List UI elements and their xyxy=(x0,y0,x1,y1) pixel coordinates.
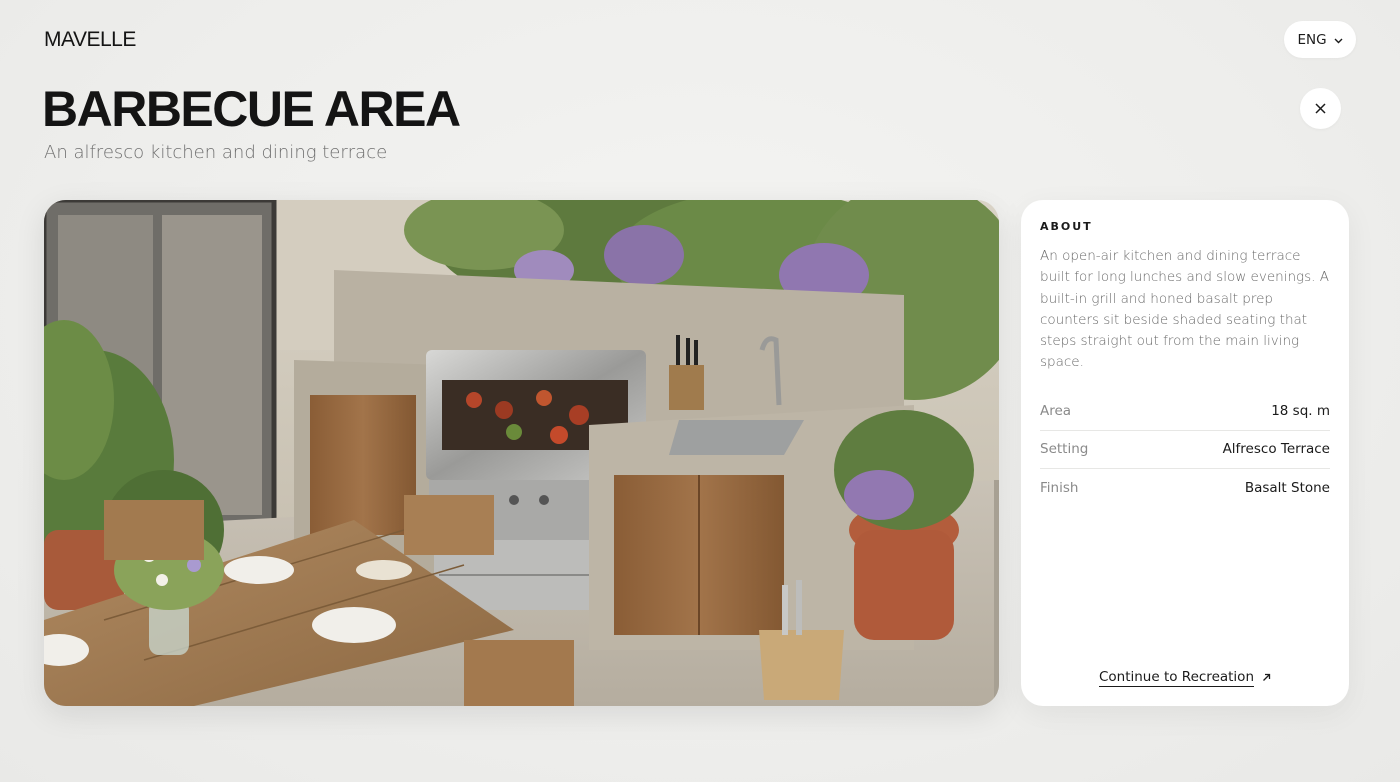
continue-link-label: Continue to Recreation xyxy=(1098,669,1255,687)
page-title: BARBECUE AREA xyxy=(42,81,461,137)
about-heading: ABOUT xyxy=(1040,220,1093,233)
language-label: ENG xyxy=(1297,31,1327,48)
continue-to-recreation-link[interactable]: Continue to Recreation xyxy=(1021,669,1349,687)
spec-label: Finish xyxy=(1040,479,1079,496)
spec-label: Setting xyxy=(1040,441,1089,458)
spec-label: Area xyxy=(1040,403,1072,420)
spec-list: Area 18 sq. m Setting Alfresco Terrace F… xyxy=(1040,393,1330,507)
close-button[interactable] xyxy=(1300,88,1341,129)
page-subtitle: An alfresco kitchen and dining terrace xyxy=(44,142,388,163)
barbecue-area-photo xyxy=(44,200,999,706)
language-selector[interactable]: ENG xyxy=(1284,21,1356,58)
spec-row-area: Area 18 sq. m xyxy=(1040,393,1330,431)
about-description: An open-air kitchen and dining terrace b… xyxy=(1040,248,1329,371)
chevron-down-icon xyxy=(1334,32,1343,48)
spec-value: Basalt Stone xyxy=(1244,479,1330,496)
about-card: ABOUT An open-air kitchen and dining ter… xyxy=(1021,200,1349,706)
spec-row-setting: Setting Alfresco Terrace xyxy=(1040,431,1330,469)
spec-value: Alfresco Terrace xyxy=(1222,441,1330,458)
brand-logo[interactable]: MAVELLE xyxy=(44,28,136,52)
spec-row-finish: Finish Basalt Stone xyxy=(1040,469,1330,507)
arrow-up-right-icon xyxy=(1262,670,1271,686)
close-icon xyxy=(1315,99,1326,118)
spec-value: 18 sq. m xyxy=(1271,403,1330,420)
